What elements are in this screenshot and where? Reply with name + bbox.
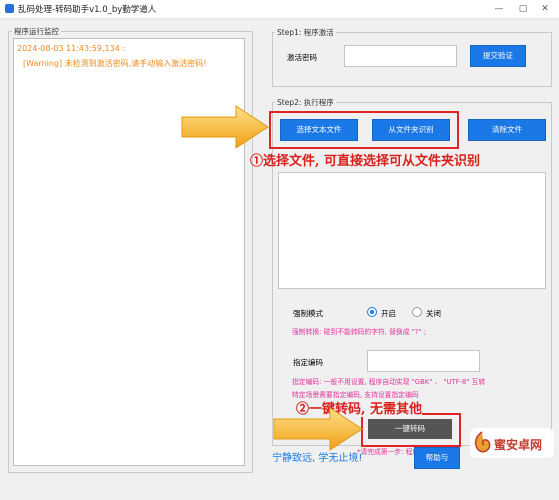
- force-hint: 强制转换: 碰到不能转码的字符, 替换成 "?" ;: [292, 328, 426, 336]
- force-off-radio[interactable]: [412, 307, 422, 317]
- help-button[interactable]: 帮助与: [414, 447, 460, 469]
- annotation-step-one: ①选择文件, 可直接选择可从文件夹识别: [250, 154, 481, 169]
- log-line-timestamp: 2024-08-03 11:43:59,134 :: [17, 44, 126, 53]
- watermark-text: 蜜安卓网: [494, 438, 543, 452]
- password-label: 激活密码: [287, 53, 317, 62]
- file-list[interactable]: [278, 172, 546, 289]
- arrow-icon-step-two: [273, 407, 363, 451]
- submit-verify-button[interactable]: 提交验证: [470, 45, 526, 67]
- force-on-label: 开启: [381, 309, 396, 318]
- force-mode-label: 强制模式: [293, 309, 323, 318]
- log-line-warning: [Warning] 未检测到激活密码,请手动输入激活密码!: [23, 59, 207, 68]
- step2-title: Step2: 执行程序: [275, 97, 336, 108]
- window-title: 乱码处理-转码助手v1.0_by勤学道人: [18, 5, 157, 15]
- arrow-icon-step-one: [181, 105, 269, 149]
- convert-button[interactable]: 一键转码: [368, 419, 452, 439]
- force-off-label: 关闭: [426, 309, 441, 318]
- password-input[interactable]: [344, 45, 457, 67]
- encoding-label: 指定编码: [293, 358, 323, 367]
- log-output[interactable]: [13, 38, 245, 466]
- force-on-radio[interactable]: [367, 307, 377, 317]
- step1-title: Step1: 程序激活: [275, 27, 336, 38]
- select-file-button[interactable]: 选择文本文件: [280, 119, 358, 141]
- watermark-logo-icon: [474, 431, 491, 453]
- app-icon: [5, 4, 14, 13]
- encoding-hint-1: 指定编码: 一般不用设置, 程序自动实现 "GBK" 、 "UTF-8" 互转: [292, 378, 486, 386]
- clear-files-button[interactable]: 清除文件: [468, 119, 546, 141]
- encoding-input[interactable]: [367, 350, 480, 372]
- from-folder-button[interactable]: 从文件夹识别: [372, 119, 450, 141]
- log-group-title: 程序运行监控: [12, 26, 61, 37]
- close-button[interactable]: ✕: [528, 0, 559, 18]
